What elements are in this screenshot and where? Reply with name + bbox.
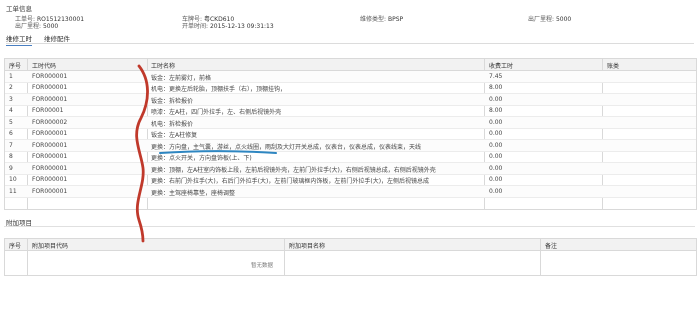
table-row[interactable]: 5 FOR000002 机电：拆检报价 0.00 [5,117,696,129]
column-divider [540,239,541,275]
labor-hours-cell: 0.00 [489,141,503,149]
labor-code-cell: FOR000001 [32,176,68,183]
labor-name-cell: 更换：方向盘，主气囊，游丝，点火线圈，雨刮及大灯开关总成，仪表台，仪表总成，仪表… [151,143,422,151]
extra-column-no[interactable]: 序号 [9,241,21,250]
labor-table-header: 序号 工时代码 工时名称 收费工时 账类 [5,59,696,71]
row-number-cell: 1 [9,72,13,80]
row-number-cell: 5 [9,118,13,126]
table-row[interactable]: 8 FOR000001 更换：点火开关，方向盘饰板(上、下) 0.00 [5,152,696,163]
open-time-field: 开单时间: 2015-12-13 09:31:13 [182,21,274,30]
table-row[interactable]: 4 FOR00001 喷漆：左A柱，四门外拉手，左、右侧后视镜外壳 8.00 [5,106,696,117]
labor-code-cell: FOR000001 [32,130,68,137]
row-number-cell: 11 [9,187,17,195]
table-row[interactable]: 7 FOR000001 更换：方向盘，主气囊，游丝，点火线圈，雨刮及大灯开关总成，仪… [5,140,696,152]
exit-mileage-field: 出厂里程: 5000 [528,14,571,23]
table-row[interactable]: 10 FOR000001 更换：右前门外拉手(大)，右后门外拉手(大)，左前门玻璃框… [5,175,696,186]
labor-table-body: 1 FOR000001 钣金：左前雾灯，前格 7.45 2 FOR000001 机电：更换左… [5,71,696,198]
row-number-cell: 9 [9,164,13,172]
labor-code-cell: FOR00001 [32,107,64,114]
column-divider [27,239,28,275]
extra-column-name[interactable]: 附加项目名称 [289,241,325,250]
labor-code-cell: FOR000001 [32,153,68,160]
exit-mileage-field-2: 出厂里程: 5000 [15,21,58,30]
labor-hours-cell: 0.00 [489,118,503,126]
column-header-no[interactable]: 序号 [9,61,21,70]
row-number-cell: 8 [9,153,13,160]
labor-name-cell: 机电：更换左后轮胎，顶棚扶手（右），顶棚挂钩， [151,86,287,93]
repair-type-label: 维修类型: [360,16,387,23]
labor-hours-cell: 0.00 [489,95,503,103]
labor-name-cell: 更换：主驾座椅靠垫，座椅调整 [151,189,236,197]
row-number-cell: 2 [9,84,13,91]
tab-repair-labor[interactable]: 维修工时 [6,33,32,46]
table-row[interactable]: 1 FOR000001 钣金：左前雾灯，前格 7.45 [5,71,696,83]
labor-name-cell: 钣金：拆检报价 [151,97,194,105]
table-row[interactable]: 2 FOR000001 机电：更换左后轮胎，顶棚扶手（右），顶棚挂钩， 8.00 [5,83,696,94]
tab-bar: 维修工时 维修配件 [6,31,694,46]
repair-type-field: 维修类型: BPSP [360,14,403,23]
column-header-account[interactable]: 账类 [607,61,619,70]
exit-mileage-label: 出厂里程: [528,16,555,23]
empty-state-text: 暂无数据 [251,263,274,269]
table-row[interactable]: 6 FOR000001 钣金：左A柱修复 0.00 [5,129,696,140]
open-time-label: 开单时间: [182,23,209,30]
labor-code-cell: FOR000002 [32,118,68,126]
labor-hours-cell: 0.00 [489,176,503,183]
column-header-code[interactable]: 工时代码 [32,61,56,70]
repair-type-value: BPSP [387,16,404,23]
exit-mileage-value: 5000 [555,16,572,23]
labor-hours-cell: 8.00 [489,84,503,91]
column-divider [284,239,285,275]
labor-code-cell: FOR000001 [32,187,68,195]
exit-mileage-value-2: 5000 [42,23,59,30]
labor-name-cell: 钣金：左A柱修复 [151,132,198,139]
extra-items-header: 序号 附加项目代码 附加项目名称 备注 [5,239,696,251]
row-number-cell: 10 [9,176,17,183]
row-number-cell: 3 [9,95,13,103]
labor-hours-cell: 8.00 [489,107,503,114]
labor-hours-cell: 0.00 [489,130,503,137]
labor-name-cell: 机电：拆检报价 [151,120,194,128]
labor-hours-cell: 7.45 [489,72,503,80]
table-row[interactable]: 3 FOR000001 钣金：拆检报价 0.00 [5,94,696,106]
labor-hours-cell: 0.00 [489,153,503,160]
extra-items-divider [4,226,695,227]
labor-code-cell: FOR000001 [32,141,68,149]
labor-name-cell: 更换：右前门外拉手(大)，右后门外拉手(大)，左前门玻璃框内饰板，左前门外拉手(… [151,178,430,185]
table-row[interactable]: 9 FOR000001 更换：顶棚，左A柱室内饰板上段，左前后视镜外壳，左前门外拉手… [5,163,696,175]
labor-name-cell: 喷漆：左A柱，四门外拉手，左、右侧后视镜外壳 [151,109,282,116]
exit-mileage-label-2: 出厂里程: [15,23,42,30]
extra-items-table: 序号 附加项目代码 附加项目名称 备注 暂无数据 [4,238,697,276]
labor-name-cell: 更换：顶棚，左A柱室内饰板上段，左前后视镜外壳，左前门外拉手(大)，右侧后视镜总… [151,166,436,174]
open-time-value: 2015-12-13 09:31:13 [209,23,274,30]
tab-repair-parts[interactable]: 维修配件 [44,33,70,45]
column-header-name[interactable]: 工时名称 [151,61,175,70]
extra-column-code[interactable]: 附加项目代码 [32,241,68,250]
labor-code-cell: FOR000001 [32,95,68,103]
row-number-cell: 4 [9,107,13,114]
labor-hours-cell: 0.00 [489,164,503,172]
labor-code-cell: FOR000001 [32,164,68,172]
labor-name-cell: 更换：点火开关，方向盘饰板(上、下) [151,155,252,162]
extra-column-remark[interactable]: 备注 [545,241,557,250]
labor-code-cell: FOR000001 [32,84,68,91]
labor-code-cell: FOR000001 [32,72,68,80]
labor-name-cell: 钣金：左前雾灯，前格 [151,74,212,82]
row-number-cell: 7 [9,141,13,149]
column-header-hours[interactable]: 收费工时 [489,61,513,70]
table-row[interactable]: 11 FOR000001 更换：主驾座椅靠垫，座椅调整 0.00 [5,186,696,198]
labor-hours-cell: 0.00 [489,187,503,195]
work-order-section-title: 工单信息 [6,5,32,13]
row-number-cell: 6 [9,130,13,137]
labor-table: 序号 工时代码 工时名称 收费工时 账类 1 FOR000001 钣金：左前雾灯，前… [4,58,697,210]
